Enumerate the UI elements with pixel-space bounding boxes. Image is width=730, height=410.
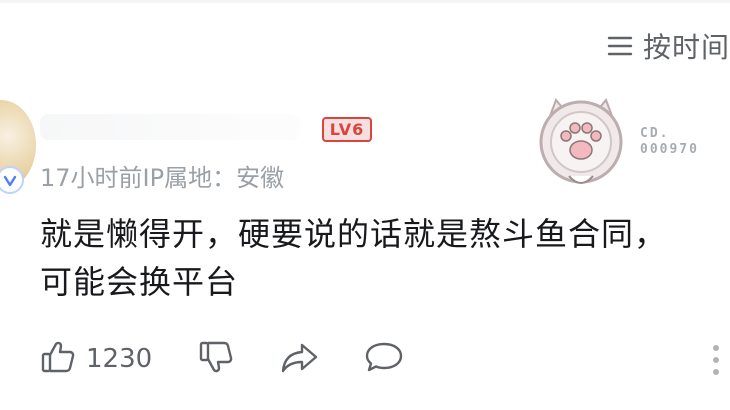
list-icon (607, 35, 633, 57)
reply-button[interactable] (364, 339, 404, 379)
verified-badge-icon (0, 166, 24, 194)
decoration-label: CD. (640, 126, 670, 141)
level-badge: LV6 (322, 117, 372, 142)
thumb-up-icon (40, 339, 76, 379)
share-icon (280, 339, 320, 379)
top-divider (0, 0, 730, 3)
dislike-button[interactable] (198, 339, 234, 379)
like-count: 1230 (86, 344, 153, 374)
comment-meta: 17小时前IP属地：安徽 (40, 158, 284, 193)
thumb-down-icon (198, 339, 234, 379)
cat-paw-badge-icon (536, 94, 626, 192)
reply-bubble-icon (364, 339, 404, 379)
comment-time: 17小时前 (40, 164, 143, 192)
more-vertical-icon[interactable] (710, 340, 722, 380)
username[interactable] (40, 114, 300, 140)
decoration-serial: CD. 000970 (640, 126, 699, 158)
content-line: 可能会换平台 (40, 263, 239, 301)
share-button[interactable] (280, 339, 320, 379)
decoration-number: 000970 (640, 142, 699, 157)
comment-content: 就是懒得开，硬要说的话就是熬斗鱼合同， 可能会换平台 (40, 210, 730, 306)
sort-label: 按时间 (642, 31, 730, 64)
comment-actions: 1230 (40, 334, 404, 384)
content-line: 就是懒得开，硬要说的话就是熬斗鱼合同， (40, 215, 668, 253)
sort-by-time-button[interactable]: 按时间 (607, 26, 730, 66)
ip-location: IP属地：安徽 (142, 164, 285, 192)
like-button[interactable]: 1230 (40, 339, 152, 379)
